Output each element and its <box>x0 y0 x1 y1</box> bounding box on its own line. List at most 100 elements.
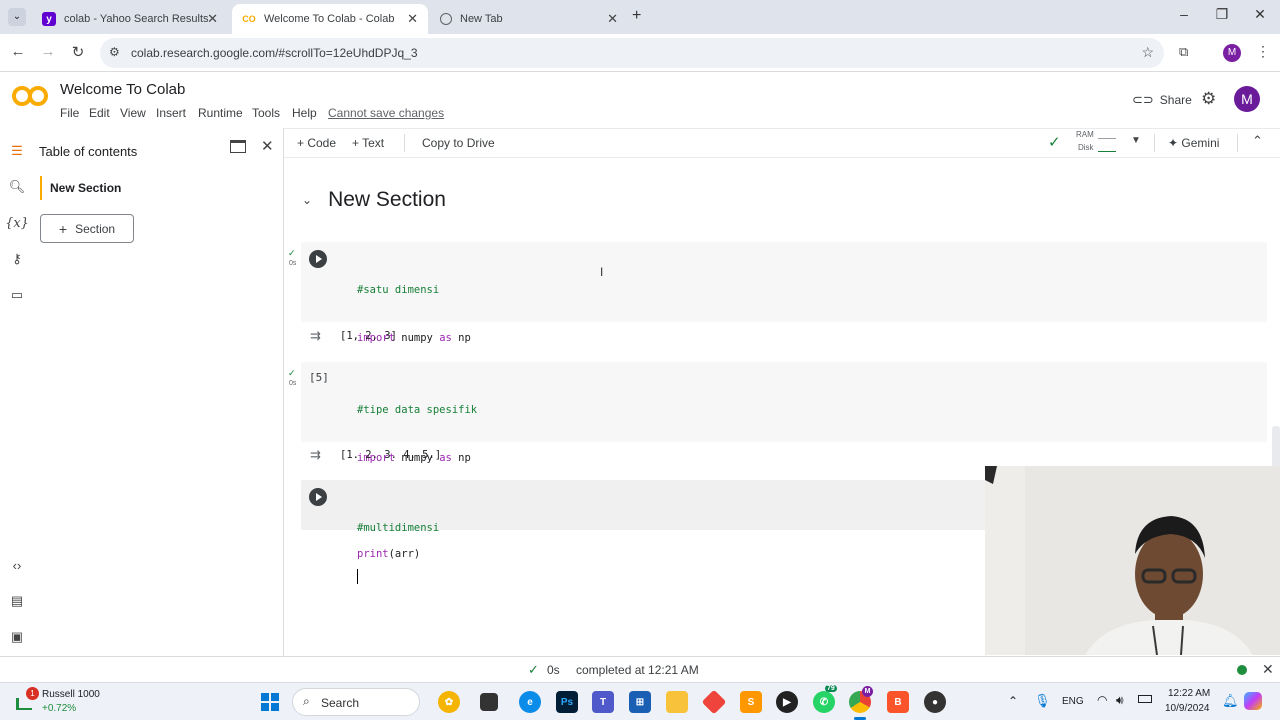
chrome-icon[interactable]: M <box>849 686 873 713</box>
site-info-icon[interactable]: ⚙ <box>109 45 120 59</box>
close-icon[interactable]: ✕ <box>607 11 618 27</box>
close-icon[interactable]: ✕ <box>407 11 418 27</box>
wifi-icon[interactable]: ◠ <box>1097 693 1107 707</box>
share-button[interactable]: ⊂⊃ Share <box>1132 92 1192 108</box>
menu-view[interactable]: View <box>120 106 146 120</box>
teams-icon[interactable]: T <box>592 691 614 713</box>
widget-title: Russell 1000 <box>42 689 100 700</box>
recorder-icon[interactable]: ● <box>924 691 946 713</box>
notebook-title[interactable]: Welcome To Colab <box>60 81 185 98</box>
tab-new-tab[interactable]: New Tab ✕ <box>430 4 628 34</box>
volume-icon[interactable]: 🔊︎ <box>1116 693 1124 708</box>
task-view-icon[interactable] <box>480 693 498 711</box>
close-panel-icon[interactable]: ✕ <box>261 137 274 155</box>
secrets-key-icon[interactable]: ⚷ <box>8 250 26 268</box>
bookmark-star-icon[interactable]: ☆ <box>1141 44 1154 61</box>
battery-icon[interactable] <box>1138 695 1152 703</box>
add-section-button[interactable]: + Section <box>40 214 134 243</box>
table-of-contents-panel: Table of contents ✕ New Section + Sectio… <box>34 128 284 656</box>
add-section-label: Section <box>75 221 116 236</box>
address-bar[interactable]: ⚙ colab.research.google.com/#scrollTo=12… <box>100 38 1164 68</box>
media-player-icon[interactable]: ▶ <box>776 691 798 713</box>
weather-widget[interactable]: 1 Russell 1000 +0.72% <box>12 686 122 718</box>
microphone-icon[interactable]: 🎙︎ <box>1034 693 1051 709</box>
add-code-button[interactable]: + Code <box>297 136 336 150</box>
terminal-icon[interactable]: ▣ <box>8 628 26 646</box>
folder-icon[interactable]: ▭ <box>8 286 26 304</box>
copy-to-drive-button[interactable]: Copy to Drive <box>422 136 495 150</box>
notebook-toolbar: + Code + Text Copy to Drive ✓ RAM Disk ▼… <box>284 128 1280 158</box>
menu-runtime[interactable]: Runtime <box>198 106 243 120</box>
windows-start-icon[interactable] <box>261 693 279 711</box>
tab-yahoo[interactable]: y colab - Yahoo Search Results ✕ <box>32 4 228 34</box>
status-bar: ✓ 0s completed at 12:21 AM ✕ <box>0 656 1280 682</box>
open-in-tab-icon[interactable] <box>230 140 246 153</box>
section-heading[interactable]: ⌄ New Section <box>302 188 446 212</box>
minimize-icon[interactable]: – <box>1174 6 1194 22</box>
search-icon[interactable]: 🔍︎ <box>8 178 26 196</box>
menu-edit[interactable]: Edit <box>89 106 110 120</box>
run-cell-button[interactable] <box>309 488 327 506</box>
toc-item-new-section[interactable]: New Section <box>40 176 121 200</box>
edge-icon[interactable]: e <box>519 691 541 713</box>
menu-help[interactable]: Help <box>292 106 317 120</box>
search-label: Search <box>321 696 360 710</box>
add-text-button[interactable]: + Text <box>352 136 384 150</box>
gemini-button[interactable]: ✦ Gemini <box>1168 136 1219 150</box>
code-snippets-icon[interactable]: ‹› <box>8 556 26 574</box>
variables-icon[interactable]: {x} <box>5 214 29 232</box>
resource-monitor[interactable]: RAM Disk <box>1076 129 1118 157</box>
browser-menu-icon[interactable]: ⋮ <box>1256 43 1270 60</box>
file-explorer-icon[interactable] <box>666 691 688 713</box>
language-indicator[interactable]: ENG <box>1062 696 1084 707</box>
output-icon[interactable]: ⇉ <box>310 447 321 463</box>
tab-colab[interactable]: CO Welcome To Colab - Colab ✕ <box>232 4 428 34</box>
menu-insert[interactable]: Insert <box>156 106 186 120</box>
runtime-dropdown-icon[interactable]: ▼ <box>1131 135 1141 146</box>
command-palette-icon[interactable]: ▤ <box>8 592 26 610</box>
windows-taskbar: 1 Russell 1000 +0.72% ⌕ Search ✿ e Ps T … <box>0 682 1280 720</box>
gemini-sparkle-icon: ✦ <box>1168 136 1179 150</box>
anydesk-icon[interactable] <box>701 689 727 715</box>
toolbar-divider <box>1154 134 1155 152</box>
clock-time[interactable]: 12:22 AM <box>1168 688 1210 699</box>
close-status-icon[interactable]: ✕ <box>1262 661 1274 678</box>
sublime-icon[interactable]: S <box>740 691 762 713</box>
menu-file[interactable]: File <box>60 106 79 120</box>
collapse-header-icon[interactable]: ⌃ <box>1252 133 1263 149</box>
status-message: completed at 12:21 AM <box>576 663 699 677</box>
code-editor[interactable]: #multidimensi <box>357 488 439 616</box>
clock-date[interactable]: 10/9/2024 <box>1165 703 1210 714</box>
code-cell[interactable]: ✓ 0s [5] #tipe data spesifik import nump… <box>288 362 1267 560</box>
whatsapp-icon[interactable]: ✆ 79 <box>813 685 837 713</box>
colab-logo-icon <box>12 86 48 106</box>
cannot-save-link[interactable]: Cannot save changes <box>328 106 444 120</box>
output-icon[interactable]: ⇉ <box>310 328 321 344</box>
chevron-down-icon[interactable]: ⌄ <box>302 193 312 207</box>
back-icon[interactable]: ← <box>8 43 28 60</box>
run-cell-button[interactable] <box>309 250 327 268</box>
copilot-icon[interactable] <box>1244 692 1262 710</box>
toc-list-icon[interactable]: ☰ <box>8 142 26 160</box>
taskbar-search[interactable]: ⌕ Search <box>292 688 420 716</box>
avatar[interactable]: M <box>1234 86 1260 112</box>
store-icon[interactable]: ⊞ <box>629 691 651 713</box>
photoshop-icon[interactable]: Ps <box>556 691 578 713</box>
close-window-icon[interactable]: ✕ <box>1250 6 1270 23</box>
maximize-icon[interactable]: ❐ <box>1212 6 1232 23</box>
reload-icon[interactable]: ↻ <box>68 43 88 61</box>
notification-bell-icon[interactable]: 🔔︎ <box>1222 693 1239 709</box>
menu-tools[interactable]: Tools <box>252 106 280 120</box>
search-highlight-icon[interactable]: ✿ <box>438 691 460 713</box>
extensions-icon[interactable]: ⧉ <box>1179 44 1188 60</box>
code-cell[interactable]: ✓ 0s #satu dimensi import numpy as np ar… <box>288 242 1267 440</box>
profile-avatar[interactable]: M <box>1223 44 1241 62</box>
tray-overflow-icon[interactable]: ⌃ <box>1008 694 1018 708</box>
settings-gear-icon[interactable]: ⚙ <box>1201 89 1216 109</box>
new-tab-button[interactable]: + <box>632 7 641 25</box>
url-text[interactable]: colab.research.google.com/#scrollTo=12eU… <box>131 46 418 60</box>
brave-icon[interactable]: B <box>887 691 909 713</box>
close-icon[interactable]: ✕ <box>207 11 218 27</box>
tab-search-button[interactable]: ⌄ <box>8 8 26 26</box>
forward-icon[interactable]: → <box>38 43 58 60</box>
